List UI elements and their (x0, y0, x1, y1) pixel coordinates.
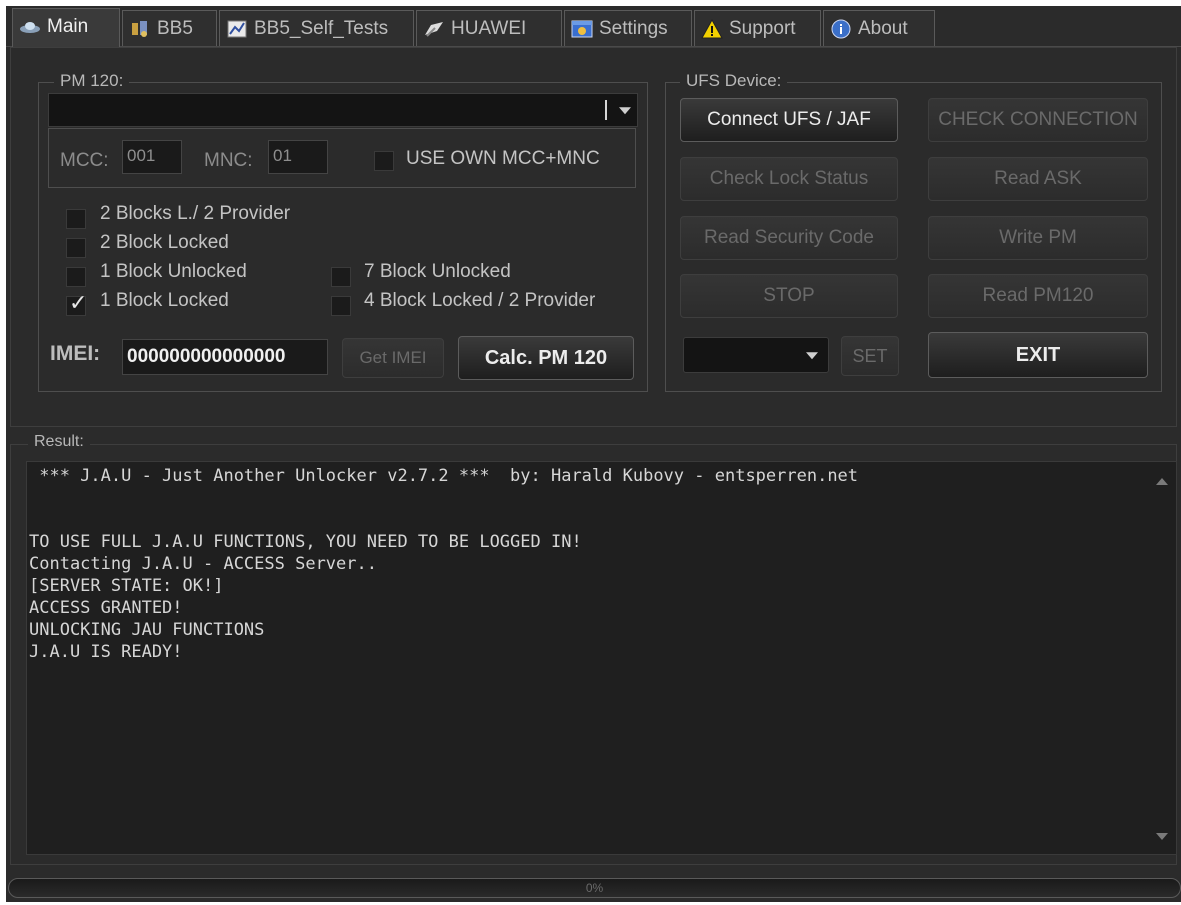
info-globe-icon (831, 19, 851, 39)
tab-support[interactable]: Support (694, 10, 821, 46)
scroll-down-icon[interactable] (1156, 833, 1168, 840)
log-line: *** J.A.U - Just Another Unlocker v2.7.2… (29, 466, 859, 486)
calc-pm120-button[interactable]: Calc. PM 120 (458, 336, 634, 380)
use-own-mcc-mnc-label: USE OWN MCC+MNC (406, 148, 600, 169)
progress-label: 0% (585, 881, 604, 895)
read-pm120-button[interactable]: Read PM120 (928, 274, 1148, 318)
ufo-icon (20, 22, 40, 33)
check-connection-button[interactable]: CHECK CONNECTION (928, 98, 1148, 142)
tab-bb5[interactable]: BB5 (122, 10, 217, 46)
log-line: J.A.U IS READY! (29, 642, 183, 662)
lock-option-checkbox[interactable] (331, 267, 351, 287)
connect-ufs-button[interactable]: Connect UFS / JAF (680, 98, 898, 142)
settings-window-icon (571, 20, 593, 38)
tab-huawei[interactable]: HUAWEI (416, 10, 562, 46)
mcc-field[interactable]: 001 (122, 140, 182, 174)
scroll-up-icon[interactable] (1156, 478, 1168, 485)
get-imei-button[interactable]: Get IMEI (342, 338, 444, 378)
tab-label: BB5 (157, 18, 193, 39)
tab-label: HUAWEI (451, 18, 527, 39)
lock-option-checkbox[interactable] (66, 238, 86, 258)
imei-field[interactable]: 000000000000000 (122, 339, 328, 375)
lock-option-label: 7 Block Unlocked (364, 261, 511, 282)
tab-about[interactable]: About (823, 10, 935, 46)
tab-label: Settings (599, 18, 668, 39)
ufs-title: UFS Device: (680, 71, 788, 91)
read-ask-button[interactable]: Read ASK (928, 157, 1148, 201)
progress-bar: 0% (8, 878, 1181, 898)
read-security-code-button[interactable]: Read Security Code (680, 216, 898, 260)
tab-bar: Main BB5 BB5_Self_Tests HUAWEI Settings (6, 6, 1181, 47)
write-pm-button[interactable]: Write PM (928, 216, 1148, 260)
check-lock-status-button[interactable]: Check Lock Status (680, 157, 898, 201)
chevron-down-icon (619, 107, 631, 115)
chevron-down-icon (806, 352, 818, 360)
chart-icon (227, 20, 247, 38)
result-title: Result: (28, 433, 90, 451)
tools-icon (132, 21, 147, 37)
tab-label: Main (47, 16, 89, 37)
log-line: Contacting J.A.U - ACCESS Server.. (29, 554, 377, 574)
lock-option-checkbox[interactable] (66, 209, 86, 229)
tab-main[interactable]: Main (12, 8, 120, 47)
port-dropdown[interactable] (683, 337, 829, 373)
log-line: UNLOCKING JAU FUNCTIONS (29, 620, 265, 640)
exit-button[interactable]: EXIT (928, 332, 1148, 378)
lock-option-checkbox[interactable]: ✓ (66, 291, 87, 316)
tab-label: Support (729, 18, 796, 39)
pm120-title: PM 120: (54, 71, 130, 91)
result-log[interactable]: *** J.A.U - Just Another Unlocker v2.7.2… (26, 461, 1177, 855)
warning-icon (701, 19, 723, 39)
tab-settings[interactable]: Settings (564, 10, 692, 46)
set-button[interactable]: SET (841, 336, 899, 376)
lock-option-label: 2 Block Locked (100, 232, 229, 253)
use-own-mcc-mnc-checkbox[interactable] (374, 151, 394, 171)
tab-bb5-self-tests[interactable]: BB5_Self_Tests (219, 10, 414, 46)
mnc-field[interactable]: 01 (268, 140, 328, 174)
log-line: [SERVER STATE: OK!] (29, 576, 224, 596)
imei-label: IMEI: (50, 342, 101, 365)
flag-icon (425, 22, 443, 37)
lock-option-label: 1 Block Unlocked (100, 261, 247, 282)
lock-option-label: 2 Blocks L./ 2 Provider (100, 203, 291, 224)
app-window: Main BB5 BB5_Self_Tests HUAWEI Settings (6, 6, 1181, 902)
tab-label: About (858, 18, 908, 39)
log-line: TO USE FULL J.A.U FUNCTIONS, YOU NEED TO… (29, 532, 582, 552)
tab-label: BB5_Self_Tests (254, 18, 389, 39)
stop-button[interactable]: STOP (680, 274, 898, 318)
mnc-label: MNC: (204, 150, 253, 171)
lock-option-label: 4 Block Locked / 2 Provider (364, 290, 596, 311)
provider-dropdown[interactable] (48, 93, 638, 127)
lock-option-checkbox[interactable] (331, 296, 351, 316)
checkmark-icon: ✓ (69, 291, 88, 316)
mcc-label: MCC: (60, 150, 109, 171)
log-line: ACCESS GRANTED! (29, 598, 183, 618)
lock-option-checkbox[interactable] (66, 267, 86, 287)
lock-option-label: 1 Block Locked (100, 290, 229, 311)
